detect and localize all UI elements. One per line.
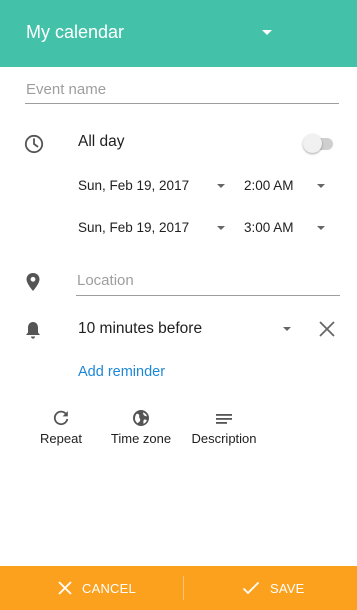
reminder-value[interactable]: 10 minutes before — [78, 320, 202, 338]
chevron-down-icon — [262, 30, 272, 35]
close-icon — [58, 581, 72, 595]
action-bar: CANCEL SAVE — [0, 566, 357, 610]
start-date[interactable]: Sun, Feb 19, 2017 — [78, 178, 189, 193]
description-label: Description — [191, 431, 257, 446]
end-time[interactable]: 3:00 AM — [244, 220, 294, 235]
clock-icon — [24, 134, 44, 154]
repeat-icon — [53, 410, 69, 426]
cancel-label: CANCEL — [82, 580, 136, 596]
all-day-label: All day — [78, 133, 125, 150]
calendar-name: My calendar — [26, 22, 125, 42]
end-date[interactable]: Sun, Feb 19, 2017 — [78, 220, 189, 235]
close-icon[interactable] — [318, 320, 336, 338]
event-name-field[interactable]: Event name — [25, 78, 339, 104]
location-field[interactable]: Location — [76, 266, 340, 296]
end-time-chevron-icon[interactable] — [317, 226, 325, 230]
save-button[interactable]: SAVE — [242, 566, 305, 610]
start-date-chevron-icon[interactable] — [217, 184, 225, 188]
check-icon — [242, 581, 260, 595]
all-day-toggle[interactable] — [303, 134, 333, 153]
globe-icon — [133, 410, 149, 426]
cancel-button[interactable]: CANCEL — [58, 566, 136, 610]
location-placeholder: Location — [77, 272, 134, 289]
time-zone-label: Time zone — [110, 431, 172, 446]
save-label: SAVE — [270, 580, 305, 596]
event-name-placeholder: Event name — [26, 81, 107, 98]
toggle-thumb — [303, 134, 322, 153]
calendar-selector[interactable]: My calendar — [0, 0, 357, 67]
add-reminder-link[interactable]: Add reminder — [78, 364, 165, 380]
end-date-chevron-icon[interactable] — [217, 226, 225, 230]
start-time[interactable]: 2:00 AM — [244, 178, 294, 193]
time-zone-button[interactable]: Time zone — [106, 409, 176, 446]
location-pin-icon — [26, 273, 40, 291]
description-icon — [216, 414, 232, 424]
repeat-label: Repeat — [40, 431, 82, 446]
footer-divider — [183, 576, 184, 600]
bell-icon — [26, 322, 40, 339]
start-time-chevron-icon[interactable] — [317, 184, 325, 188]
reminder-chevron-icon[interactable] — [283, 327, 291, 331]
repeat-button[interactable]: Repeat — [34, 409, 88, 446]
description-button[interactable]: Description — [186, 409, 262, 446]
